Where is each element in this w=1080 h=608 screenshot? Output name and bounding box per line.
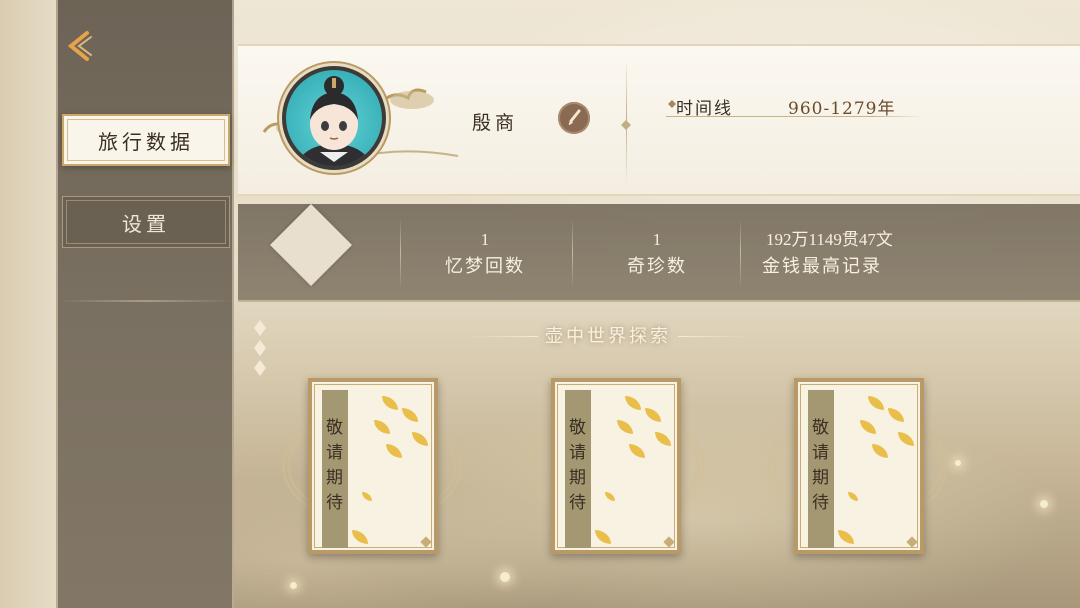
ginkgo-leaf-icon [374, 420, 390, 434]
ginkgo-leaf-icon [617, 420, 633, 434]
left-border-strip [0, 0, 56, 608]
ginkgo-leaf-icon [625, 396, 641, 410]
light-sparkle [290, 582, 297, 589]
exploration-card[interactable]: 敬请期待 [308, 378, 438, 554]
exploration-card[interactable]: 敬请期待 [794, 378, 924, 554]
light-sparkle [1040, 500, 1048, 508]
tab-settings-label: 设置 [122, 211, 170, 236]
character-portrait-icon [298, 76, 370, 166]
sidebar [56, 0, 234, 608]
ginkgo-leaf-icon [595, 530, 611, 544]
stat-dream-replays: 1 忆梦回数 [400, 228, 570, 282]
ginkgo-leaf-icon [888, 408, 904, 422]
ginkgo-leaf-icon [872, 444, 888, 458]
ginkgo-leaf-icon [655, 432, 671, 446]
ginkgo-leaf-icon [898, 432, 914, 446]
back-button[interactable] [58, 24, 102, 68]
tab-travel-data-label: 旅行数据 [98, 129, 194, 154]
light-sparkle [500, 572, 510, 582]
ginkgo-leaf-icon [362, 492, 372, 501]
player-name: 殷商 [472, 112, 519, 134]
card-text: 敬请期待 [565, 418, 585, 518]
stat-value: 1 [652, 230, 662, 249]
ginkgo-leaf-icon [605, 492, 615, 501]
card-corner [663, 536, 675, 548]
ginkgo-leaf-icon [868, 396, 884, 410]
card-text: 敬请期待 [808, 418, 828, 518]
timeline-underline [666, 116, 924, 117]
exploration-title: 壶中世界探索 [468, 322, 748, 348]
edit-name-button[interactable] [558, 102, 590, 134]
ginkgo-leaf-icon [645, 408, 661, 422]
stat-label: 金钱最高记录 [762, 256, 882, 277]
ginkgo-leaf-icon [629, 444, 645, 458]
exploration-card[interactable]: 敬请期待 [551, 378, 681, 554]
diamond-chain-ornament-icon [254, 320, 266, 376]
ginkgo-leaf-icon [402, 408, 418, 422]
ginkgo-leaf-icon [838, 530, 854, 544]
diamond-ornament-icon [621, 120, 631, 130]
brush-icon [568, 109, 581, 125]
card-slot: 敬请期待 [525, 378, 705, 554]
card-slot: 敬请期待 [282, 378, 462, 554]
stat-label: 忆梦回数 [445, 256, 525, 277]
stat-value: 1 [480, 230, 490, 249]
tab-travel-data[interactable]: 旅行数据 [62, 114, 230, 166]
ginkgo-leaf-icon [848, 492, 858, 501]
ginkgo-leaf-icon [860, 420, 876, 434]
avatar [282, 66, 386, 170]
card-corner [420, 536, 432, 548]
ginkgo-leaf-icon [382, 396, 398, 410]
ginkgo-leaf-icon [352, 530, 368, 544]
chevron-left-icon [67, 31, 92, 61]
light-sparkle [955, 460, 961, 466]
card-corner [906, 536, 918, 548]
stat-max-money: 192万1149贯47文 金钱最高记录 [752, 228, 952, 282]
stat-treasures: 1 奇珍数 [572, 228, 742, 282]
ginkgo-leaf-icon [412, 432, 428, 446]
timeline-diamond-icon [668, 100, 676, 108]
avatar-frame [262, 62, 462, 182]
stat-label: 奇珍数 [627, 256, 687, 277]
tab-settings[interactable]: 设置 [62, 196, 230, 248]
ginkgo-leaf-icon [386, 444, 402, 458]
card-slot: 敬请期待 [768, 378, 948, 554]
card-text: 敬请期待 [322, 418, 342, 518]
stat-value: 192万1149贯47文 [766, 230, 893, 249]
